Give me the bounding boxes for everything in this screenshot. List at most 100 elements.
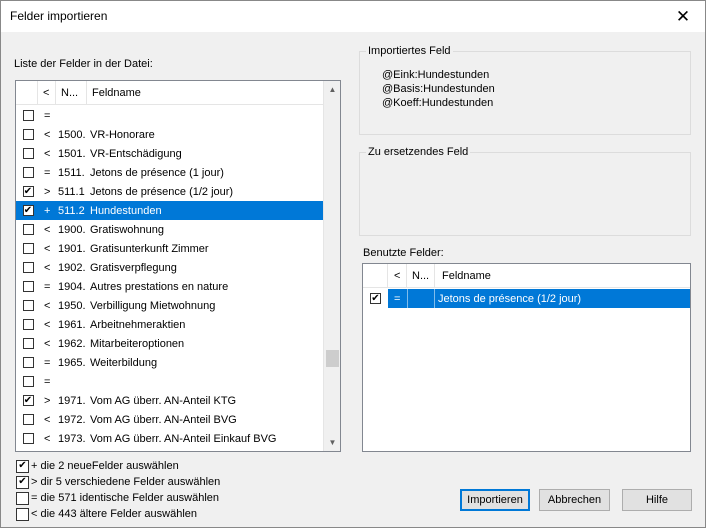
import-button[interactable]: Importieren	[460, 489, 530, 511]
row-checkbox[interactable]	[22, 110, 34, 121]
option-checkbox[interactable]	[16, 491, 29, 505]
option-label: > dir 5 verschiedene Felder auswählen	[31, 476, 221, 488]
row-number: 1511.	[58, 166, 85, 179]
row-op: >	[44, 394, 51, 407]
table-row[interactable]: ✔ +511.2 Hundestunden	[16, 201, 323, 220]
imported-line: @Koeff:Hundestunden	[382, 97, 494, 109]
header-check-column[interactable]	[16, 81, 38, 105]
scroll-down-icon[interactable]: ▼	[324, 434, 340, 451]
row-op: <	[44, 128, 51, 141]
table-row[interactable]: <1500. VR-Honorare	[16, 125, 323, 144]
table-row[interactable]: = 1511. Jetons de présence (1 jour)	[16, 163, 323, 182]
row-check-cell	[16, 106, 38, 125]
option-checkbox[interactable]	[16, 507, 29, 521]
replace-field-caption: Zu ersetzendes Feld	[366, 146, 471, 158]
row-checkbox[interactable]: ✔	[22, 186, 34, 197]
row-name: VR-Honorare	[90, 128, 155, 141]
row-name: Vom AG überr. AN-Anteil KTG	[90, 394, 237, 407]
row-op: <	[44, 413, 51, 426]
option-label: < die 443 ältere Felder auswählen	[31, 508, 198, 520]
option-checkbox[interactable]: ✔	[16, 475, 29, 489]
row-checkbox[interactable]	[22, 224, 34, 235]
row-checkbox[interactable]	[22, 243, 34, 254]
table-row[interactable]: <1901. Gratisunterkunft Zimmer	[16, 239, 323, 258]
select-option[interactable]: < die 443 ältere Felder auswählen	[16, 506, 197, 522]
file-fields-list[interactable]: < N... Feldname = <1500. VR-Honorare <1501.…	[15, 80, 341, 452]
table-row[interactable]: <1973. Vom AG überr. AN-Anteil Einkauf BV…	[16, 429, 323, 448]
table-row[interactable]: ✔ >1971. Vom AG überr. AN-Anteil KTG	[16, 391, 323, 410]
row-checkbox[interactable]	[22, 319, 34, 330]
row-checkbox[interactable]	[22, 376, 34, 387]
table-row[interactable]: <1900. Gratiswohnung	[16, 220, 323, 239]
row-op: =	[44, 166, 51, 179]
row-number: 1500.	[58, 128, 86, 141]
table-row[interactable]: =	[16, 106, 323, 125]
select-option[interactable]: ✔ > dir 5 verschiedene Felder auswählen	[16, 474, 220, 490]
close-icon[interactable]: ✕	[661, 1, 705, 32]
used-fields-list[interactable]: < N... Feldname ✔ = Jetons de présence (1/…	[362, 263, 691, 452]
row-check-cell	[16, 315, 38, 334]
row-name: Vom AG überr. AN-Anteil BVG	[90, 413, 237, 426]
row-number: 1972.	[58, 413, 86, 426]
left-scrollbar[interactable]: ▲ ▼	[323, 81, 340, 451]
used-header-check-column[interactable]	[363, 264, 388, 288]
row-check-cell: ✔	[16, 201, 38, 220]
scroll-thumb[interactable]	[326, 350, 339, 367]
row-checkbox[interactable]	[22, 433, 34, 444]
row-op: =	[44, 109, 51, 122]
table-row[interactable]: = 1965. Weiterbildung	[16, 353, 323, 372]
row-check-cell	[16, 410, 38, 429]
row-checkbox[interactable]: ✔	[22, 395, 34, 406]
option-checkbox[interactable]: ✔	[16, 459, 29, 473]
row-checkbox[interactable]	[22, 414, 34, 425]
row-name: Mitarbeiteroptionen	[90, 337, 185, 350]
select-option[interactable]: = die 571 identische Felder auswählen	[16, 490, 219, 506]
row-name: Verbilligung Mietwohnung	[90, 299, 216, 312]
select-option[interactable]: ✔ + die 2 neueFelder auswählen	[16, 458, 179, 474]
row-op: =	[44, 356, 51, 369]
table-row[interactable]: =	[16, 372, 323, 391]
title-bar: Felder importieren ✕	[1, 1, 705, 32]
table-row[interactable]: <1972. Vom AG überr. AN-Anteil BVG	[16, 410, 323, 429]
imported-line: @Eink:Hundestunden	[382, 69, 490, 81]
help-button[interactable]: Hilfe	[622, 489, 692, 511]
used-header-op-column[interactable]: <	[388, 264, 407, 288]
row-checkbox[interactable]	[22, 148, 34, 159]
row-checkbox[interactable]: ✔	[370, 293, 381, 304]
used-header-name-column[interactable]: Feldname	[435, 264, 690, 288]
table-row[interactable]: <1950. Verbilligung Mietwohnung	[16, 296, 323, 315]
row-name: Jetons de présence (1/2 jour)	[438, 292, 582, 305]
row-checkbox[interactable]	[22, 357, 34, 368]
row-op: <	[44, 337, 51, 350]
table-row[interactable]: <1902. Gratisverpflegung	[16, 258, 323, 277]
row-check-cell: ✔	[363, 289, 388, 308]
row-number: 1902.	[58, 261, 86, 274]
table-row[interactable]: ✔ >511.1 Jetons de présence (1/2 jour)	[16, 182, 323, 201]
scroll-up-icon[interactable]: ▲	[324, 81, 340, 98]
used-header-number-column[interactable]: N...	[407, 264, 435, 288]
row-number: 1901.	[58, 242, 86, 255]
row-checkbox[interactable]	[22, 262, 34, 273]
row-name: Arbeitnehmeraktien	[90, 318, 186, 331]
row-name	[87, 372, 317, 391]
row-checkbox[interactable]	[22, 129, 34, 140]
header-number-column[interactable]: N...	[56, 81, 87, 105]
row-checkbox[interactable]: ✔	[22, 205, 34, 216]
cancel-button[interactable]: Abbrechen	[539, 489, 610, 511]
row-name: Weiterbildung	[90, 356, 158, 369]
imported-field-caption: Importiertes Feld	[366, 45, 453, 57]
table-row[interactable]: = 1904. Autres prestations en nature	[16, 277, 323, 296]
row-checkbox[interactable]	[22, 281, 34, 292]
row-checkbox[interactable]	[22, 300, 34, 311]
table-row[interactable]: ✔ = Jetons de présence (1/2 jour)	[363, 289, 690, 308]
row-checkbox[interactable]	[22, 167, 34, 178]
table-row[interactable]: <1961. Arbeitnehmeraktien	[16, 315, 323, 334]
row-number: 511.2	[58, 204, 85, 217]
row-checkbox[interactable]	[22, 338, 34, 349]
header-op-column[interactable]: <	[38, 81, 56, 105]
field-list-label: Liste der Felder in der Datei:	[14, 58, 153, 70]
table-row[interactable]: <1501. VR-Entschädigung	[16, 144, 323, 163]
table-row[interactable]: <1962. Mitarbeiteroptionen	[16, 334, 323, 353]
row-number: 1961.	[58, 318, 86, 331]
header-name-column[interactable]: Feldname	[87, 81, 324, 105]
